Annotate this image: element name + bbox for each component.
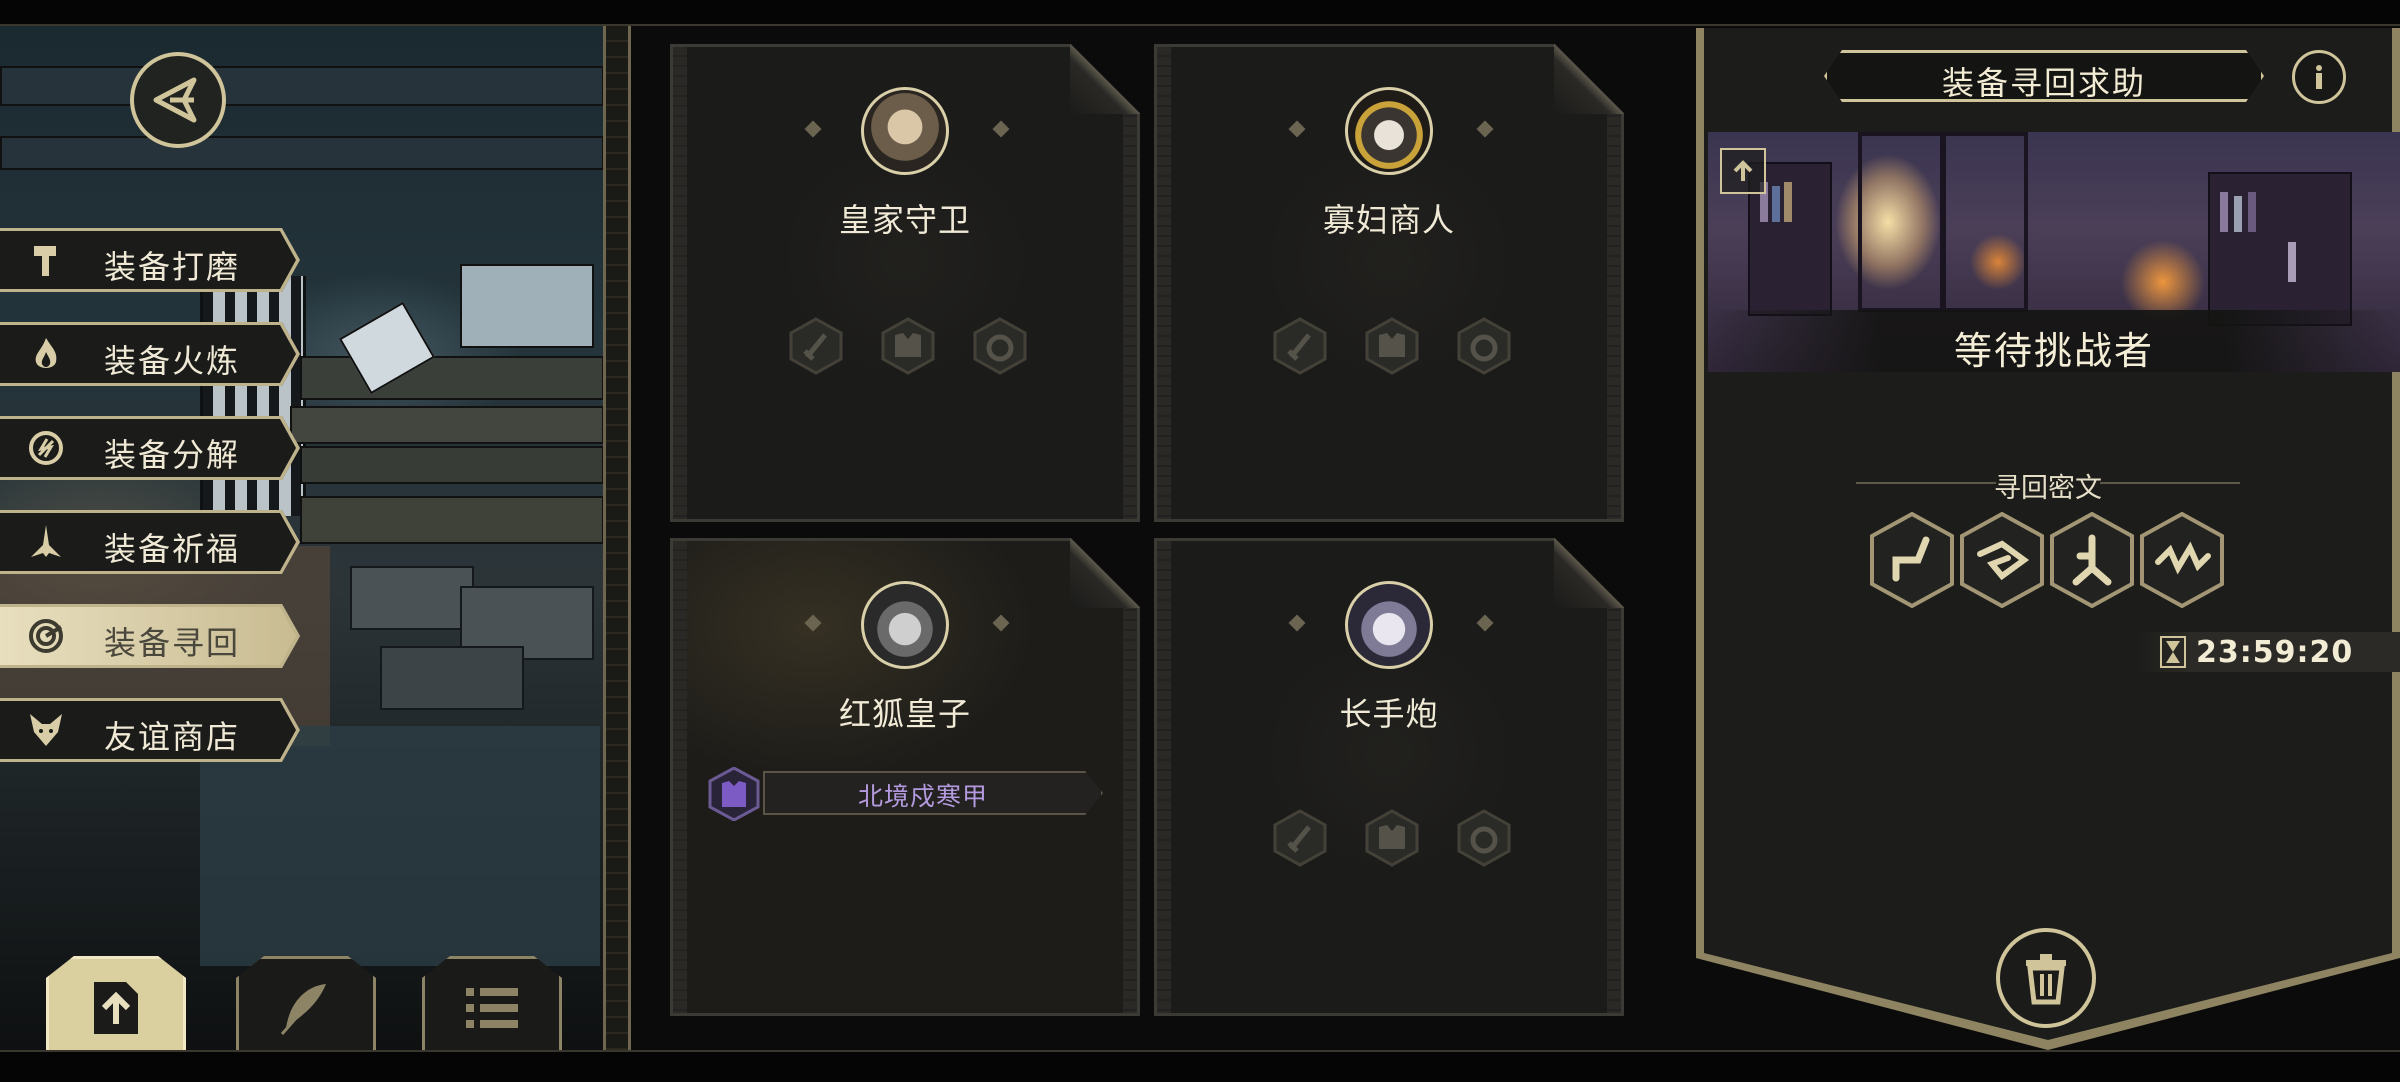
menu-item-polish[interactable]: 装备打磨: [0, 228, 300, 292]
hero-name: 皇家守卫: [838, 201, 971, 239]
menu-label: 装备打磨: [104, 248, 241, 286]
royal-guard-portrait: [861, 87, 949, 175]
bottom-border: [0, 1050, 2400, 1082]
hammer-icon: [26, 240, 66, 280]
armor-slot-icon[interactable]: [879, 317, 937, 375]
ring-slot-icon[interactable]: [971, 317, 1029, 375]
retrieve-help-panel: 装备寻回求助 等待挑战者 寻回密文 23:59:20: [1696, 28, 2400, 1050]
menu-label: 装备火炼: [104, 342, 241, 380]
menu-item-friendship-shop[interactable]: 友谊商店: [0, 698, 300, 762]
upload-doc-icon: [86, 978, 146, 1038]
menu-label: 友谊商店: [104, 718, 241, 756]
red-fox-prince-portrait: [861, 581, 949, 669]
hero-card-long-cannon[interactable]: 长手炮: [1154, 538, 1624, 1016]
weapon-slot-icon[interactable]: [1271, 809, 1329, 867]
runes-title: 寻回密文: [1994, 473, 2102, 504]
hero-name: 寡妇商人: [1322, 201, 1455, 239]
info-button[interactable]: [2292, 50, 2346, 104]
long-cannon-portrait: [1345, 581, 1433, 669]
tab-upload[interactable]: [46, 956, 186, 1056]
menu-item-decompose[interactable]: 装备分解: [0, 416, 300, 480]
weapon-slot-icon[interactable]: [1271, 317, 1329, 375]
rune-4-icon[interactable]: [2138, 512, 2226, 608]
back-arrow-icon: [153, 77, 197, 123]
share-button[interactable]: [1720, 148, 1766, 194]
menu-label: 装备寻回: [104, 624, 241, 662]
tab-list[interactable]: [422, 956, 562, 1056]
top-border: [0, 0, 2400, 26]
delete-button[interactable]: [1996, 928, 2096, 1028]
list-icon: [462, 978, 522, 1038]
challenger-banner: 等待挑战者: [1708, 132, 2400, 372]
panel-title-bar: 装备寻回求助: [1824, 50, 2264, 102]
banner-caption: 等待挑战者: [1953, 329, 2154, 372]
back-button[interactable]: [130, 52, 226, 148]
hero-name: 长手炮: [1339, 695, 1439, 733]
purple-armor-icon: [708, 767, 760, 821]
equipped-item[interactable]: 北境戍寒甲: [707, 767, 1107, 821]
hero-card-red-fox-prince[interactable]: 红狐皇子 北境戍寒甲: [670, 538, 1140, 1016]
info-icon: [2316, 65, 2322, 89]
timer-text: 23:59:20: [2196, 635, 2354, 670]
spiral-target-icon: [26, 616, 66, 656]
menu-item-blessing[interactable]: 装备祈福: [0, 510, 300, 574]
hero-card-royal-guard[interactable]: 皇家守卫: [670, 44, 1140, 522]
hero-card-widow-merchant[interactable]: 寡妇商人: [1154, 44, 1624, 522]
hero-name: 红狐皇子: [838, 695, 971, 733]
ring-slot-icon[interactable]: [1455, 809, 1513, 867]
tab-feather[interactable]: [236, 956, 376, 1056]
rune-3-icon[interactable]: [2048, 512, 2136, 608]
ring-slot-icon[interactable]: [1455, 317, 1513, 375]
countdown-timer: 23:59:20: [2136, 632, 2400, 672]
weapon-slot-icon[interactable]: [787, 317, 845, 375]
fox-head-icon: [26, 710, 66, 750]
flame-icon: [26, 334, 66, 374]
widow-merchant-portrait: [1345, 87, 1433, 175]
pray-hands-icon: [26, 522, 66, 562]
panel-title: 装备寻回求助: [1941, 64, 2146, 102]
menu-item-fire-refine[interactable]: 装备火炼: [0, 322, 300, 386]
menu-label: 装备分解: [104, 436, 241, 474]
rune-1-icon[interactable]: [1868, 512, 1956, 608]
banner-caption-bar: 等待挑战者: [1708, 310, 2400, 372]
menu-label: 装备祈福: [104, 530, 241, 568]
hourglass-icon: [2160, 636, 2186, 668]
armor-slot-icon[interactable]: [1363, 317, 1421, 375]
feather-icon: [276, 978, 336, 1038]
decompose-icon: [26, 428, 66, 468]
trash-icon: [2026, 954, 2066, 1005]
menu-item-retrieve[interactable]: 装备寻回: [0, 604, 300, 668]
armor-slot-icon[interactable]: [1363, 809, 1421, 867]
rune-2-icon[interactable]: [1958, 512, 2046, 608]
upload-icon: [1733, 160, 1753, 181]
equipped-item-name: 北境戍寒甲: [857, 782, 988, 811]
ornate-divider: [603, 26, 631, 1050]
